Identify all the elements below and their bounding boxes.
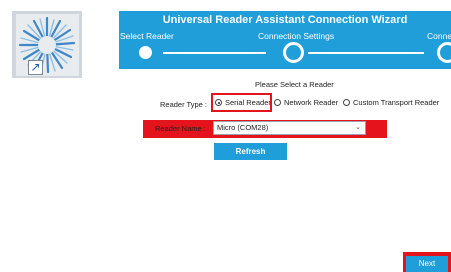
chevron-down-icon: ⌄ — [355, 124, 361, 131]
step-connector — [308, 52, 424, 54]
reader-type-label: Reader Type : — [160, 100, 207, 109]
wizard-title: Universal Reader Assistant Connection Wi… — [162, 14, 408, 26]
shortcut-arrow-icon: ↗ — [28, 60, 43, 75]
radio-unchecked-icon — [274, 99, 281, 106]
sunburst-app-icon — [16, 14, 79, 76]
step-indicator-completed — [139, 46, 152, 59]
step-label-connection-settings: Connection Settings — [258, 31, 335, 41]
next-button[interactable]: Next — [406, 256, 448, 272]
reader-name-label: Reader Name : — [155, 124, 206, 133]
radio-label: Network Reader — [284, 98, 339, 107]
form-prompt: Please Select a Reader — [255, 80, 334, 89]
radio-label: Custom Transport Reader — [353, 98, 440, 107]
radio-unchecked-icon — [343, 99, 350, 106]
step-label-select-reader: Select Reader — [120, 31, 174, 41]
reader-name-value: Micro (COM28) — [217, 123, 269, 132]
step-connector — [163, 52, 266, 54]
wizard-header: Universal Reader Assistant Connection Wi… — [119, 11, 451, 69]
radio-network-reader[interactable]: Network Reader — [274, 98, 338, 107]
step-indicator-upcoming — [437, 42, 451, 63]
radio-custom-transport-reader[interactable]: Custom Transport Reader — [343, 98, 439, 107]
refresh-button[interactable]: Refresh — [214, 143, 287, 160]
serial-reader-highlight-box — [211, 93, 272, 112]
reader-name-select[interactable]: Micro (COM28) ⌄ — [213, 121, 366, 135]
step-indicator-current — [283, 42, 304, 63]
step-label-connect: Connect/ — [427, 31, 451, 41]
desktop-shortcut[interactable]: ↗ — [12, 11, 82, 78]
